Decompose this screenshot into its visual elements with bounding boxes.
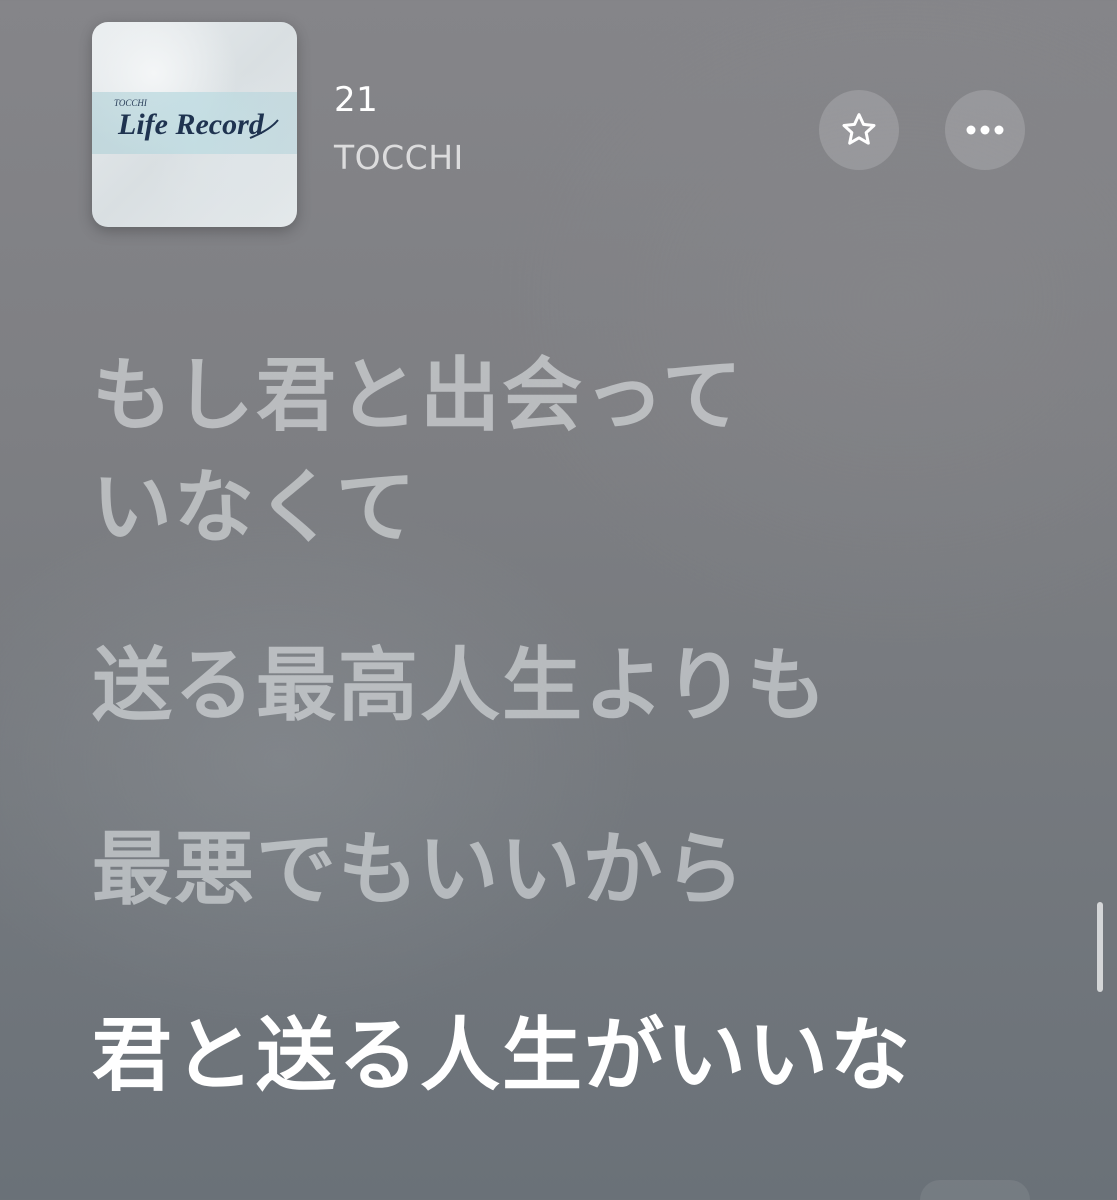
lyrics-scrollbar[interactable] [1097, 902, 1103, 992]
star-icon [842, 113, 876, 145]
album-artwork[interactable]: TOCCHI Life Record [92, 22, 297, 227]
more-options-button[interactable] [945, 90, 1025, 170]
favorite-button[interactable] [819, 90, 899, 170]
artwork-logo-text: Life Record [117, 108, 265, 141]
artwork-small-text: TOCCHI [114, 98, 148, 108]
lyric-line[interactable]: 最悪でもいいから [92, 814, 746, 926]
now-playing-header: TOCCHI Life Record 21 TOCCHI [92, 22, 1032, 230]
lyric-line-active[interactable]: 君と送る人生がいいな [92, 1000, 912, 1112]
track-artist[interactable]: TOCCHI [334, 138, 464, 177]
lyric-line[interactable]: 送る最高人生よりも [92, 630, 828, 742]
lyric-line[interactable]: もし君と出会って いなくて [92, 340, 1052, 564]
ellipsis-icon [966, 125, 1004, 135]
track-title[interactable]: 21 [334, 80, 378, 120]
artwork-logo: TOCCHI Life Record [114, 98, 279, 141]
bottom-control-hint [920, 1180, 1030, 1200]
lyrics-view[interactable]: もし君と出会って いなくて 送る最高人生よりも 最悪でもいいから 君と送る人生が… [92, 340, 1052, 1102]
